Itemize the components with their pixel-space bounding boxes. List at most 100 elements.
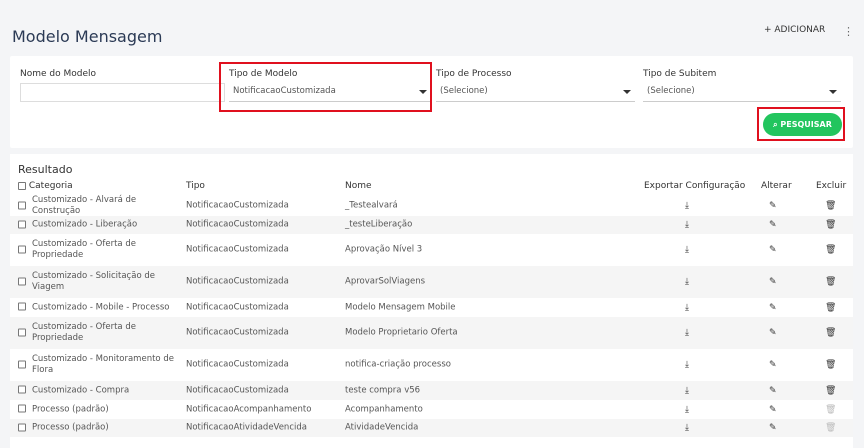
download-icon[interactable]: ⤓ (685, 277, 689, 287)
download-icon[interactable]: ⤓ (685, 328, 689, 338)
cell-categoria: Customizado - Monitoramento de Flora (32, 354, 174, 375)
row-checkbox[interactable] (18, 423, 26, 431)
download-icon[interactable]: ⤓ (685, 386, 689, 396)
trash-icon[interactable]: 🗑 (825, 277, 836, 287)
row-checkbox[interactable] (18, 277, 26, 285)
table-row: Processo (padrão) NotificacaoAcompanhamen… (10, 400, 853, 419)
download-icon[interactable]: ⤓ (685, 220, 689, 230)
trash-icon[interactable]: 🗑 (825, 360, 836, 370)
edit-icon[interactable]: ✎ (769, 423, 777, 433)
cell-nome: teste compra v56 (345, 385, 421, 395)
cell-categoria: Customizado - Oferta de Propriedade (32, 239, 136, 260)
trash-icon: 🗑 (825, 423, 837, 433)
row-checkbox-cell[interactable] (18, 302, 26, 313)
header-tipo: Tipo (186, 181, 205, 191)
tipo-subitem-select[interactable]: (Selecione) (643, 83, 841, 102)
download-icon[interactable]: ⤓ (685, 405, 689, 415)
cell-tipo: NotificacaoCustomizada (186, 244, 289, 255)
tipo-processo-select[interactable]: (Selecione) (436, 83, 635, 102)
row-checkbox-cell[interactable] (18, 220, 26, 231)
row-checkbox-cell[interactable] (18, 360, 26, 371)
cell-tipo: NotificacaoCustomizada (186, 276, 289, 287)
chevron-down-icon (829, 90, 837, 94)
nome-modelo-input[interactable] (20, 83, 225, 102)
cell-nome: Modelo Mensagem Mobile (345, 302, 456, 312)
row-checkbox[interactable] (18, 220, 26, 228)
table-row: Customizado - Liberação NotificacaoCustom… (10, 216, 853, 234)
download-icon[interactable]: ⤓ (685, 245, 689, 255)
cell-nome: AprovarSolViagens (345, 276, 426, 287)
trash-icon[interactable]: 🗑 (825, 303, 836, 313)
cell-tipo: NotificacaoCustomizada (186, 219, 289, 230)
cell-tipo: NotificacaoCustomizada (186, 200, 289, 211)
row-checkbox-cell[interactable] (18, 385, 26, 396)
table-row: Customizado - Oferta de Propriedade Notif… (10, 317, 853, 349)
table-row: Customizado - Alvará de Construção Notifi… (10, 195, 853, 216)
header-categoria-label: Categoria (28, 181, 73, 191)
edit-icon[interactable]: ✎ (769, 360, 777, 370)
download-icon[interactable]: ⤓ (685, 423, 689, 433)
chevron-down-icon (623, 90, 631, 94)
cell-categoria: Processo (padrão) (32, 404, 109, 414)
cell-tipo: NotificacaoCustomizada (186, 302, 289, 312)
trash-icon[interactable]: 🗑 (825, 245, 836, 255)
cell-categoria: Customizado - Compra (32, 385, 130, 395)
edit-icon[interactable]: ✎ (769, 277, 777, 287)
edit-icon[interactable]: ✎ (769, 220, 777, 230)
table-row: Customizado - Solicitação de Viagem Notif… (10, 266, 853, 298)
cell-categoria: Customizado - Oferta de Propriedade (32, 322, 136, 343)
trash-icon[interactable]: 🗑 (825, 201, 836, 211)
cell-categoria: Customizado - Solicitação de Viagem (32, 271, 155, 292)
cell-nome: Modelo Proprietario Oferta (345, 327, 458, 338)
edit-icon[interactable]: ✎ (769, 245, 777, 255)
row-checkbox[interactable] (18, 404, 26, 413)
row-checkbox-cell[interactable] (18, 404, 26, 415)
download-icon[interactable]: ⤓ (685, 303, 689, 313)
tipo-processo-label: Tipo de Processo (436, 69, 512, 79)
row-checkbox-cell[interactable] (18, 328, 26, 339)
trash-icon[interactable]: 🗑 (825, 386, 836, 396)
more-menu-icon[interactable]: ⋮ (843, 25, 854, 38)
nome-modelo-label: Nome do Modelo (20, 69, 97, 79)
edit-icon[interactable]: ✎ (769, 386, 777, 396)
row-checkbox-cell[interactable] (18, 201, 26, 212)
row-checkbox[interactable] (18, 360, 26, 368)
add-button[interactable]: + ADICIONAR (764, 25, 825, 35)
cell-categoria: Customizado - Liberação (32, 219, 138, 230)
download-icon[interactable]: ⤓ (685, 201, 689, 211)
download-icon[interactable]: ⤓ (685, 360, 689, 370)
cell-nome: Acompanhamento (345, 404, 423, 414)
select-all-checkbox[interactable] (18, 181, 26, 190)
cell-nome: _Testealvará (345, 200, 398, 211)
search-button[interactable]: ⌕ PESQUISAR (763, 113, 842, 136)
results-panel: Resultado Categoria Tipo Nome Exportar C… (10, 154, 853, 448)
edit-icon[interactable]: ✎ (769, 405, 777, 415)
edit-icon[interactable]: ✎ (769, 328, 777, 338)
header-categoria[interactable]: Categoria (18, 181, 73, 191)
header-excluir: Excluir (816, 181, 847, 191)
trash-icon: 🗑 (825, 404, 837, 415)
row-checkbox[interactable] (18, 245, 26, 253)
row-checkbox[interactable] (18, 328, 26, 336)
cell-nome: notifica-criação processo (345, 359, 451, 370)
cell-tipo: NotificacaoAtividadeVencida (186, 422, 307, 433)
tipo-processo-value: (Selecione) (440, 86, 488, 96)
tipo-subitem-label: Tipo de Subitem (643, 69, 717, 79)
trash-icon[interactable]: 🗑 (825, 220, 836, 230)
edit-icon[interactable]: ✎ (769, 201, 777, 211)
row-checkbox[interactable] (18, 385, 26, 394)
row-checkbox-cell[interactable] (18, 245, 26, 256)
row-checkbox[interactable] (18, 302, 26, 311)
cell-categoria: Customizado - Mobile - Processo (32, 302, 170, 312)
cell-tipo: NotificacaoCustomizada (186, 385, 289, 395)
trash-icon[interactable]: 🗑 (825, 328, 836, 338)
row-checkbox[interactable] (18, 201, 26, 209)
cell-categoria: Processo (padrão) (32, 422, 109, 433)
header-alterar: Alterar (761, 181, 792, 191)
edit-icon[interactable]: ✎ (769, 303, 777, 313)
highlight-tipo-modelo (219, 62, 432, 112)
cell-tipo: NotificacaoCustomizada (186, 327, 289, 338)
header-nome: Nome (345, 181, 372, 191)
row-checkbox-cell[interactable] (18, 423, 26, 434)
row-checkbox-cell[interactable] (18, 277, 26, 288)
